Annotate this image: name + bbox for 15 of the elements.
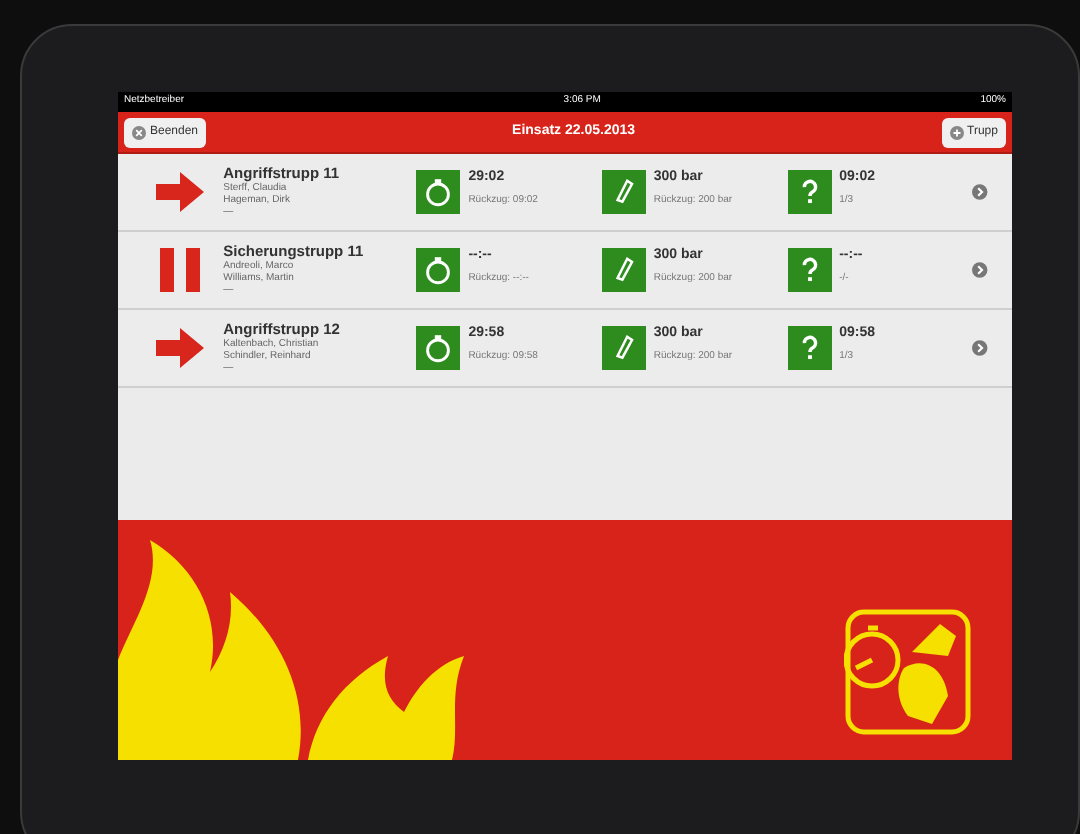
stopwatch-icon — [416, 248, 461, 292]
cylinder-icon — [601, 170, 646, 214]
firefighter-logo-icon — [844, 608, 972, 736]
chevron-icon[interactable] — [972, 262, 989, 278]
question-icon — [787, 248, 832, 292]
stopwatch-icon — [416, 170, 461, 214]
question-icon — [787, 170, 832, 214]
cylinder-icon — [601, 326, 646, 370]
add-icon — [949, 125, 964, 139]
question-icon — [787, 326, 832, 370]
chevron-icon[interactable] — [972, 184, 989, 200]
stopwatch-icon — [416, 326, 461, 370]
cylinder-icon — [601, 248, 646, 292]
chevron-icon[interactable] — [972, 340, 989, 356]
close-icon — [132, 125, 146, 139]
